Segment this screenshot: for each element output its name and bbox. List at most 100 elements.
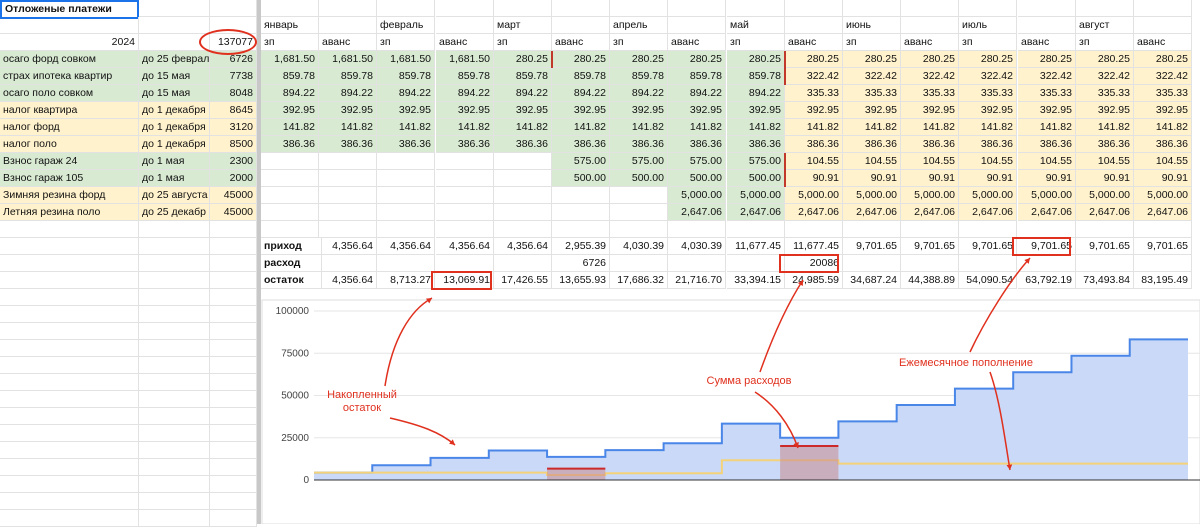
subcol-header[interactable]: зп (377, 34, 435, 51)
value-cell[interactable]: 2,647.06 (1018, 204, 1076, 221)
value-cell[interactable]: 335.33 (901, 85, 959, 102)
value-cell[interactable]: 90.91 (785, 170, 843, 187)
value-cell[interactable]: 894.22 (668, 85, 726, 102)
subcol-header[interactable]: зп (1076, 34, 1134, 51)
value-cell[interactable]: 5,000.00 (843, 187, 901, 204)
value-cell[interactable]: 141.82 (261, 119, 319, 136)
value-cell[interactable]: 2,647.06 (727, 204, 785, 221)
value-cell[interactable]: 894.22 (261, 85, 319, 102)
cell[interactable] (139, 306, 210, 323)
subcol-header[interactable]: аванс (901, 34, 959, 51)
summary-value[interactable]: 4,356.64 (377, 238, 435, 255)
cell[interactable] (668, 221, 726, 238)
value-cell[interactable]: 392.95 (261, 102, 319, 119)
value-cell[interactable]: 859.78 (377, 68, 435, 85)
cell[interactable] (139, 340, 210, 357)
value-cell[interactable]: 141.82 (552, 119, 610, 136)
cell[interactable] (0, 221, 139, 238)
month-header[interactable]: май (727, 17, 785, 34)
value-cell[interactable]: 894.22 (436, 85, 494, 102)
cell[interactable] (0, 493, 139, 510)
summary-value[interactable]: 9,701.65 (1076, 238, 1134, 255)
value-cell[interactable] (319, 170, 377, 187)
value-cell[interactable]: 392.95 (959, 102, 1017, 119)
summary-value[interactable] (959, 255, 1017, 272)
value-cell[interactable] (319, 187, 377, 204)
value-cell[interactable]: 90.91 (1076, 170, 1134, 187)
cell[interactable] (139, 221, 210, 238)
value-cell[interactable]: 894.22 (494, 85, 552, 102)
subcol-header[interactable]: зп (494, 34, 552, 51)
cell[interactable] (552, 17, 610, 34)
cell[interactable] (377, 0, 435, 17)
cell[interactable] (210, 17, 257, 34)
value-cell[interactable]: 386.36 (1076, 136, 1134, 153)
value-cell[interactable] (261, 187, 319, 204)
summary-value[interactable]: 11,677.45 (727, 238, 785, 255)
value-cell[interactable]: 5,000.00 (959, 187, 1017, 204)
value-cell[interactable] (377, 204, 435, 221)
summary-value[interactable] (494, 255, 552, 272)
item-due[interactable]: до 1 декабря (139, 102, 210, 119)
summary-value[interactable] (727, 255, 785, 272)
month-header[interactable]: июнь (843, 17, 901, 34)
cell[interactable] (139, 17, 210, 34)
cell[interactable] (1076, 0, 1134, 17)
value-cell[interactable] (319, 204, 377, 221)
value-cell[interactable]: 141.82 (843, 119, 901, 136)
value-cell[interactable]: 859.78 (436, 68, 494, 85)
cell[interactable] (1076, 221, 1134, 238)
cell[interactable] (261, 221, 319, 238)
item-name[interactable]: налог квартира (0, 102, 139, 119)
cell[interactable] (552, 221, 610, 238)
cell[interactable] (0, 289, 139, 306)
item-due[interactable]: до 1 мая (139, 153, 210, 170)
value-cell[interactable]: 392.95 (494, 102, 552, 119)
value-cell[interactable]: 280.25 (785, 51, 843, 68)
summary-value[interactable] (668, 255, 726, 272)
cell[interactable] (139, 442, 210, 459)
value-cell[interactable]: 5,000.00 (1134, 187, 1192, 204)
value-cell[interactable]: 335.33 (1018, 85, 1076, 102)
value-cell[interactable] (494, 153, 552, 170)
cell[interactable] (436, 17, 494, 34)
value-cell[interactable] (377, 170, 435, 187)
value-cell[interactable]: 141.82 (494, 119, 552, 136)
subcol-header[interactable]: аванс (1018, 34, 1076, 51)
cell[interactable] (0, 306, 139, 323)
month-header[interactable]: март (494, 17, 552, 34)
value-cell[interactable]: 392.95 (610, 102, 668, 119)
value-cell[interactable]: 894.22 (319, 85, 377, 102)
value-cell[interactable]: 2,647.06 (959, 204, 1017, 221)
value-cell[interactable]: 280.25 (1076, 51, 1134, 68)
cell[interactable] (210, 442, 257, 459)
summary-value[interactable]: 4,030.39 (668, 238, 726, 255)
value-cell[interactable]: 2,647.06 (1134, 204, 1192, 221)
value-cell[interactable]: 141.82 (727, 119, 785, 136)
item-amount[interactable]: 2300 (210, 153, 257, 170)
value-cell[interactable]: 2,647.06 (901, 204, 959, 221)
value-cell[interactable] (494, 187, 552, 204)
value-cell[interactable]: 386.36 (785, 136, 843, 153)
summary-value[interactable]: 4,356.64 (436, 238, 494, 255)
value-cell[interactable]: 386.36 (1018, 136, 1076, 153)
subcol-header[interactable]: аванс (785, 34, 843, 51)
value-cell[interactable] (436, 170, 494, 187)
value-cell[interactable]: 5,000.00 (1076, 187, 1134, 204)
cell[interactable] (210, 340, 257, 357)
cell[interactable] (210, 425, 257, 442)
summary-label[interactable]: приход (261, 238, 322, 255)
value-cell[interactable]: 1,681.50 (261, 51, 319, 68)
month-header[interactable]: август (1076, 17, 1134, 34)
cell[interactable] (436, 221, 494, 238)
value-cell[interactable]: 392.95 (436, 102, 494, 119)
value-cell[interactable]: 90.91 (959, 170, 1017, 187)
value-cell[interactable]: 386.36 (610, 136, 668, 153)
cell[interactable] (727, 221, 785, 238)
summary-value[interactable]: 6726 (552, 255, 610, 272)
value-cell[interactable] (436, 204, 494, 221)
summary-value[interactable]: 9,701.65 (1018, 238, 1076, 255)
value-cell[interactable] (261, 170, 319, 187)
item-name[interactable]: страх ипотека квартир (0, 68, 139, 85)
cell[interactable] (0, 425, 139, 442)
